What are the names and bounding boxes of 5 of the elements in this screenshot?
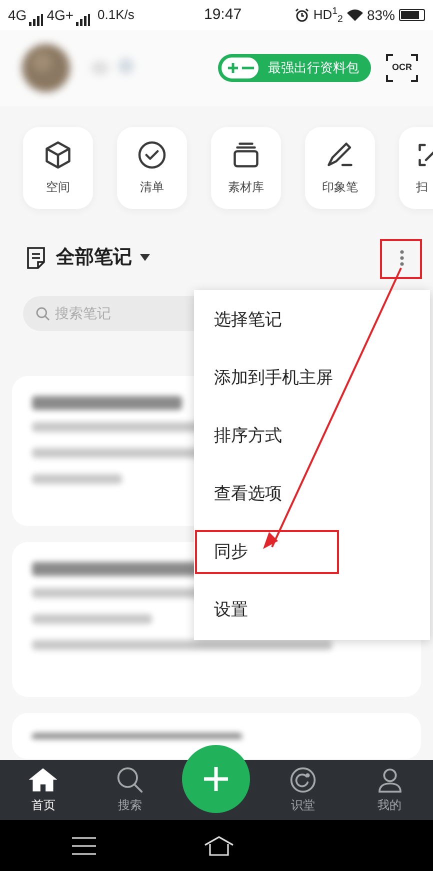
network-label: 4G+ [46,6,74,24]
battery-percent: 83% [366,6,395,24]
status-time: 19:47 [204,4,242,25]
network-label: 4G [8,6,27,24]
network-speed: 0.1K/s [98,6,134,24]
